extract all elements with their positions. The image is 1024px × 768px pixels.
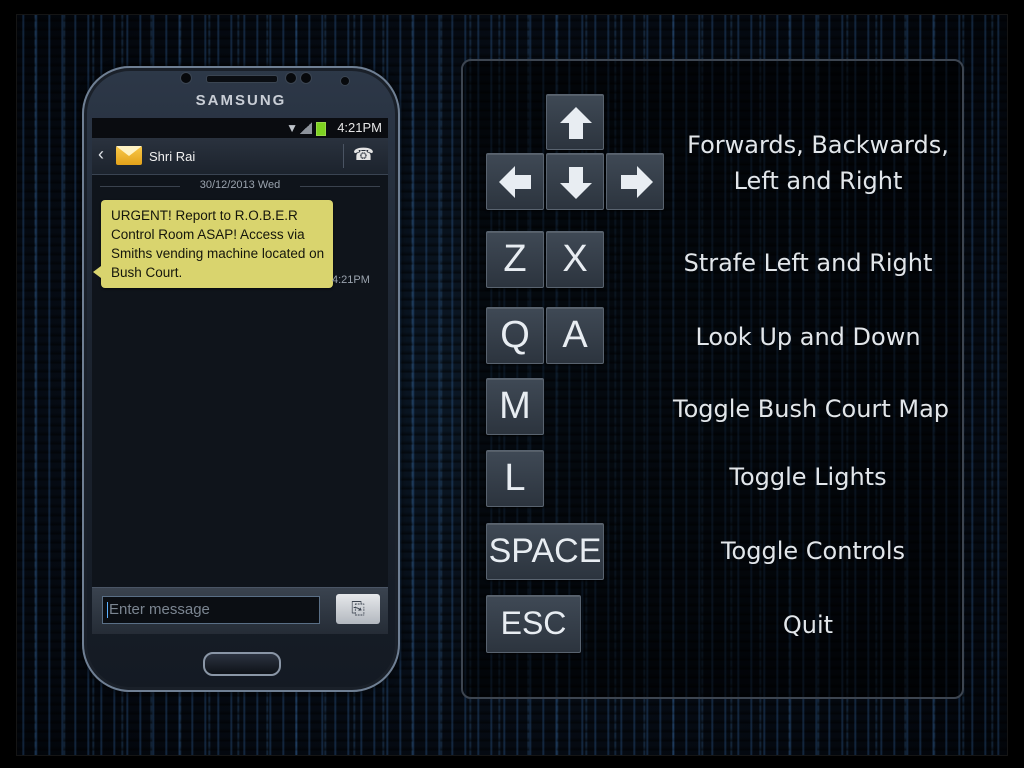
a-key: A: [546, 307, 604, 364]
message-time: 4:21PM: [332, 274, 370, 286]
right-arrow-key: [606, 153, 664, 210]
sensor-icon: [180, 72, 192, 84]
movement-label: Forwards, Backwards, Left and Right: [673, 127, 963, 199]
divider: [343, 144, 344, 168]
attach-button[interactable]: ⎘: [336, 594, 380, 624]
earpiece-speaker: [206, 75, 278, 83]
smartphone: SAMSUNG ▼ 4:21PM ‹ Shri Rai ☎ 30/12/2013…: [82, 66, 400, 692]
quit-label: Quit: [782, 611, 834, 639]
left-arrow-key: [486, 153, 544, 210]
lights-label: Toggle Lights: [729, 463, 887, 491]
movement-label-line1: Forwards, Backwards,: [687, 131, 949, 159]
phone-brand: SAMSUNG: [195, 92, 287, 109]
battery-icon: [316, 122, 326, 136]
strafe-label: Strafe Left and Right: [683, 249, 933, 277]
controls-label: Toggle Controls: [720, 537, 906, 565]
up-arrow-icon: [560, 107, 592, 139]
phone-screen: ▼ 4:21PM ‹ Shri Rai ☎ 30/12/2013 Wed URG…: [92, 118, 388, 634]
m-key: M: [486, 378, 544, 435]
envelope-icon: [116, 146, 142, 165]
controls-panel: Forwards, Backwards, Left and Right Z X …: [461, 59, 964, 699]
message-bubble: URGENT! Report to R.O.B.E.R Control Room…: [93, 200, 333, 288]
down-arrow-key: [546, 153, 604, 210]
status-time: 4:21PM: [337, 120, 382, 135]
conversation-header: ‹ Shri Rai ☎: [92, 138, 388, 175]
space-key: SPACE: [486, 523, 604, 580]
x-key: X: [546, 231, 604, 288]
contact-name: Shri Rai: [149, 149, 196, 164]
movement-label-line2: Left and Right: [733, 167, 903, 195]
q-key: Q: [486, 307, 544, 364]
status-bar: ▼ 4:21PM: [92, 118, 388, 138]
message-input-bar: Enter message ⎘: [92, 587, 388, 634]
signal-icon: [300, 122, 312, 134]
front-camera-icon: [340, 76, 350, 86]
phone-call-icon[interactable]: ☎: [353, 145, 374, 165]
date-separator: 30/12/2013 Wed: [92, 179, 388, 191]
message-input[interactable]: Enter message: [102, 596, 320, 624]
right-arrow-icon: [621, 166, 653, 198]
paperclip-icon: ⎘: [351, 599, 365, 619]
sensor-icon: [300, 72, 312, 84]
map-label: Toggle Bush Court Map: [672, 395, 950, 423]
left-arrow-icon: [499, 166, 531, 198]
up-arrow-key: [546, 94, 604, 150]
look-label: Look Up and Down: [695, 323, 921, 351]
esc-key: ESC: [486, 595, 581, 653]
back-icon[interactable]: ‹: [98, 144, 104, 165]
down-arrow-icon: [560, 167, 592, 199]
wifi-icon: ▼: [286, 121, 298, 135]
z-key: Z: [486, 231, 544, 288]
l-key: L: [486, 450, 544, 507]
home-button[interactable]: [203, 652, 281, 676]
sensor-icon: [285, 72, 297, 84]
